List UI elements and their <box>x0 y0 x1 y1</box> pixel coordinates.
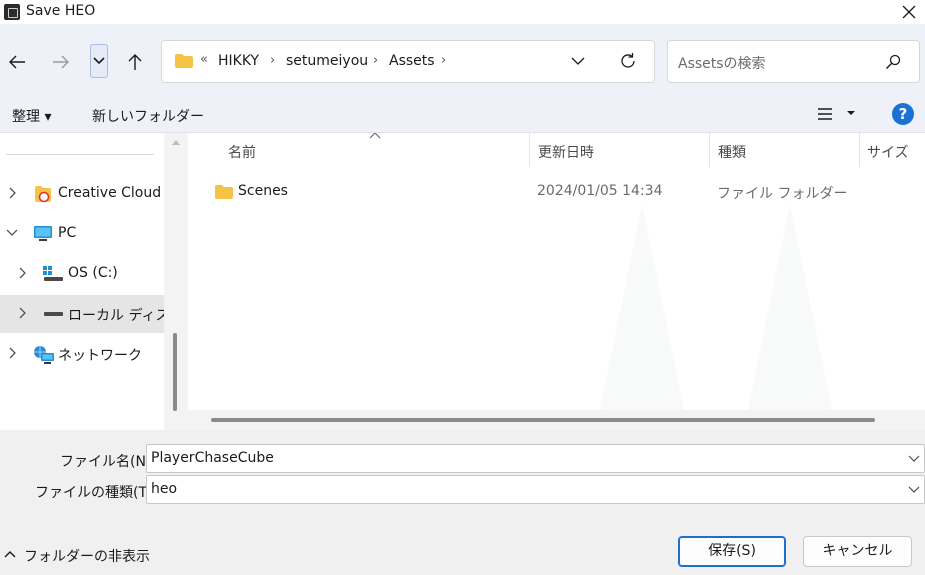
title-bar: Save HEO <box>0 0 925 24</box>
column-header-size[interactable]: サイズ <box>860 133 925 167</box>
nav-item-network[interactable]: ネットワーク <box>0 335 164 373</box>
chevron-down-icon[interactable] <box>908 484 920 494</box>
chevron-right-icon[interactable] <box>7 187 17 199</box>
nav-item-label: ローカル ディスク <box>68 308 164 324</box>
up-button[interactable] <box>119 46 151 78</box>
nav-item-label: OS (C:) <box>68 265 118 281</box>
recent-locations-button[interactable] <box>90 44 108 78</box>
save-form: ファイル名(N): PlayerChaseCube ファイルの種類(T): he… <box>0 430 925 575</box>
pc-monitor-icon <box>34 226 52 241</box>
cancel-button[interactable]: キャンセル <box>803 536 912 567</box>
file-type: ファイル フォルダー <box>717 186 848 202</box>
address-bar[interactable]: « HIKKY › setumeiyou › Assets › <box>161 40 655 83</box>
breadcrumb-assets[interactable]: Assets <box>389 53 435 69</box>
creative-cloud-icon <box>35 186 51 203</box>
network-icon <box>34 346 54 364</box>
folder-icon <box>215 185 233 199</box>
arrow-left-icon <box>9 55 25 69</box>
scroll-up-icon[interactable] <box>172 139 180 145</box>
chevron-right-icon[interactable] <box>17 307 27 319</box>
scrollbar-thumb[interactable] <box>173 333 177 411</box>
file-row[interactable]: Scenes 2024/01/05 14:34 ファイル フォルダー <box>202 177 912 207</box>
chevron-down-icon <box>93 57 105 65</box>
nav-divider <box>6 154 154 155</box>
nav-item-label: ネットワーク <box>58 348 142 364</box>
filename-label: ファイル名(N): <box>60 454 157 470</box>
window-title: Save HEO <box>26 3 96 19</box>
hide-folders-label: フォルダーの非表示 <box>24 549 150 565</box>
chevron-right-icon[interactable] <box>17 267 27 279</box>
windows-drive-icon <box>43 266 63 281</box>
search-icon[interactable] <box>885 54 901 70</box>
breadcrumb-hikky[interactable]: HIKKY <box>218 53 259 69</box>
file-name: Scenes <box>238 183 288 199</box>
column-header-name[interactable]: 名前 <box>188 133 529 167</box>
close-icon <box>902 5 916 19</box>
column-header-modified[interactable]: 更新日時 <box>530 133 710 167</box>
chevron-down-icon[interactable] <box>908 453 920 463</box>
column-header-label: 更新日時 <box>538 145 594 161</box>
arrow-up-icon <box>128 54 142 70</box>
watermark-shape <box>748 205 832 410</box>
column-header-label: 種類 <box>718 145 746 161</box>
folder-icon <box>175 54 193 68</box>
chevron-down-icon[interactable] <box>571 53 585 69</box>
close-button[interactable] <box>897 0 921 24</box>
breadcrumb-separator-icon[interactable]: › <box>270 53 275 68</box>
organize-menu[interactable]: 整理 ▾ <box>12 106 51 126</box>
app-icon <box>4 4 20 20</box>
chevron-down-icon[interactable] <box>6 227 18 237</box>
nav-item-label: Creative Cloud Files <box>58 185 164 201</box>
refresh-icon[interactable] <box>619 52 637 70</box>
breadcrumb-separator-icon[interactable]: › <box>441 53 446 68</box>
filetype-select[interactable]: heo <box>146 475 925 504</box>
back-button[interactable] <box>1 46 33 78</box>
nav-item-os-c[interactable]: OS (C:) <box>0 255 164 293</box>
nav-item-label: PC <box>58 225 77 241</box>
navigation-bar: « HIKKY › setumeiyou › Assets › Assetsの検… <box>0 24 925 96</box>
filetype-label: ファイルの種類(T): <box>35 485 158 501</box>
new-folder-button[interactable]: 新しいフォルダー <box>92 106 204 126</box>
column-header-label: 名前 <box>228 145 256 161</box>
breadcrumb-separator-icon[interactable]: › <box>373 53 378 68</box>
caret-down-icon[interactable] <box>846 108 856 118</box>
breadcrumb-setumeiyou[interactable]: setumeiyou <box>286 53 368 69</box>
column-header-label: サイズ <box>867 145 909 161</box>
file-list: 名前 更新日時 種類 サイズ Scenes 2024/01/05 14:34 フ… <box>188 133 925 430</box>
horizontal-scrollbar[interactable] <box>188 410 925 430</box>
filename-value: PlayerChaseCube <box>151 450 274 466</box>
navigation-pane-scrollbar[interactable] <box>164 133 188 430</box>
forward-button[interactable] <box>45 46 77 78</box>
nav-item-local-disk[interactable]: ローカル ディスク <box>0 295 164 333</box>
save-button[interactable]: 保存(S) <box>678 536 786 567</box>
search-placeholder: Assetsの検索 <box>678 56 766 72</box>
chevron-up-icon <box>4 551 16 558</box>
file-modified: 2024/01/05 14:34 <box>537 183 663 199</box>
view-options-icon[interactable] <box>816 106 834 122</box>
filename-field[interactable]: PlayerChaseCube <box>146 444 925 473</box>
scrollbar-thumb[interactable] <box>211 418 875 422</box>
address-overflow[interactable]: « <box>200 52 208 67</box>
chevron-right-icon[interactable] <box>7 347 17 359</box>
filetype-value: heo <box>151 481 178 497</box>
search-input[interactable]: Assetsの検索 <box>667 40 920 83</box>
arrow-right-icon <box>53 55 69 69</box>
command-bar: 整理 ▾ 新しいフォルダー ? <box>0 96 925 133</box>
help-button[interactable]: ? <box>892 103 914 125</box>
nav-item-creative-cloud[interactable]: Creative Cloud Files <box>0 175 164 213</box>
disk-drive-icon <box>44 312 63 316</box>
navigation-pane: Creative Cloud Files PC OS (C:) ローカル ディス… <box>0 133 164 430</box>
watermark-shape <box>600 205 684 410</box>
nav-item-pc[interactable]: PC <box>0 215 164 253</box>
column-header-type[interactable]: 種類 <box>710 133 859 167</box>
